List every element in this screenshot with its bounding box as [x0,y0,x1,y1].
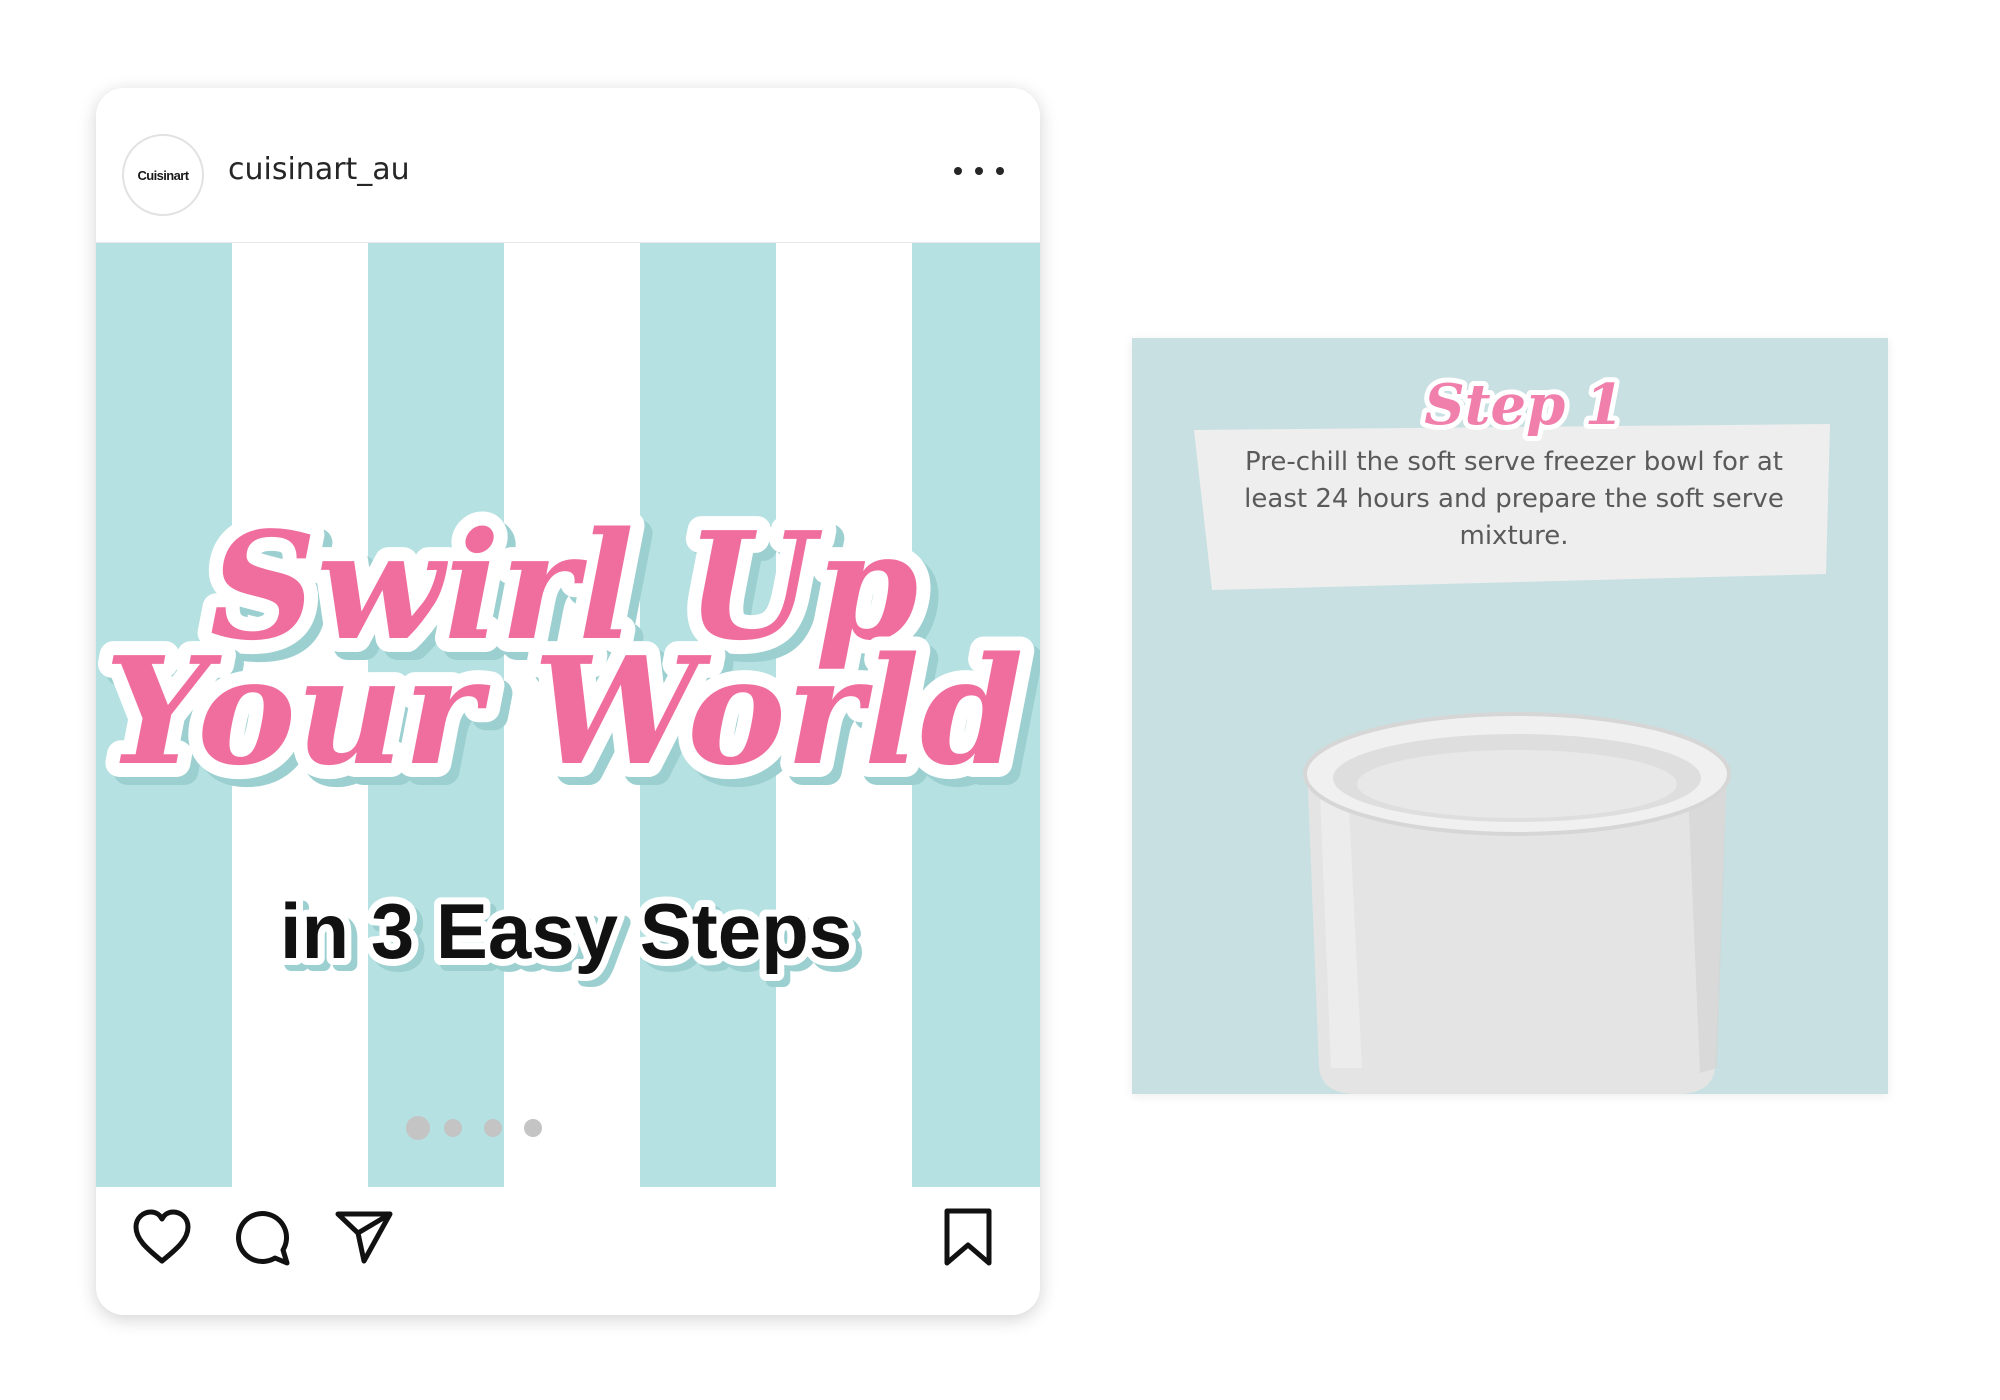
post-header: Cuisinart cuisinart_au [96,88,1040,243]
headline-line3: in 3 Easy Steps [280,887,852,975]
post-actions [96,1187,1040,1315]
more-icon[interactable] [954,156,1004,186]
step-title: Step 1 [1424,372,1624,438]
avatar-logo-text: Cuisinart [137,167,190,183]
heart-icon[interactable] [132,1209,192,1265]
carousel-dot[interactable] [524,1119,542,1137]
instagram-post: Cuisinart cuisinart_au Swirl Up Swirl Up… [96,88,1040,1315]
carousel-dot[interactable] [406,1116,430,1140]
bookmark-icon[interactable] [942,1207,994,1267]
username[interactable]: cuisinart_au [228,152,410,187]
carousel-dot[interactable] [444,1119,462,1137]
step-description: Pre-chill the soft serve freezer bowl fo… [1244,447,1784,551]
headline-line2: Your World [104,624,1023,798]
freezer-bowl-image [1303,712,1731,1094]
post-image[interactable]: Swirl Up Swirl Up Swirl Up Your World Yo… [96,243,1040,1187]
share-icon[interactable] [334,1209,394,1265]
carousel-dot[interactable] [484,1119,502,1137]
comment-icon[interactable] [232,1207,292,1267]
headline-graphic: Swirl Up Swirl Up Swirl Up Your World Yo… [96,485,1040,988]
avatar[interactable]: Cuisinart [122,134,204,216]
step-slide: Step 1 Step 1 Pre-chill the soft serve f… [1132,338,1888,1094]
